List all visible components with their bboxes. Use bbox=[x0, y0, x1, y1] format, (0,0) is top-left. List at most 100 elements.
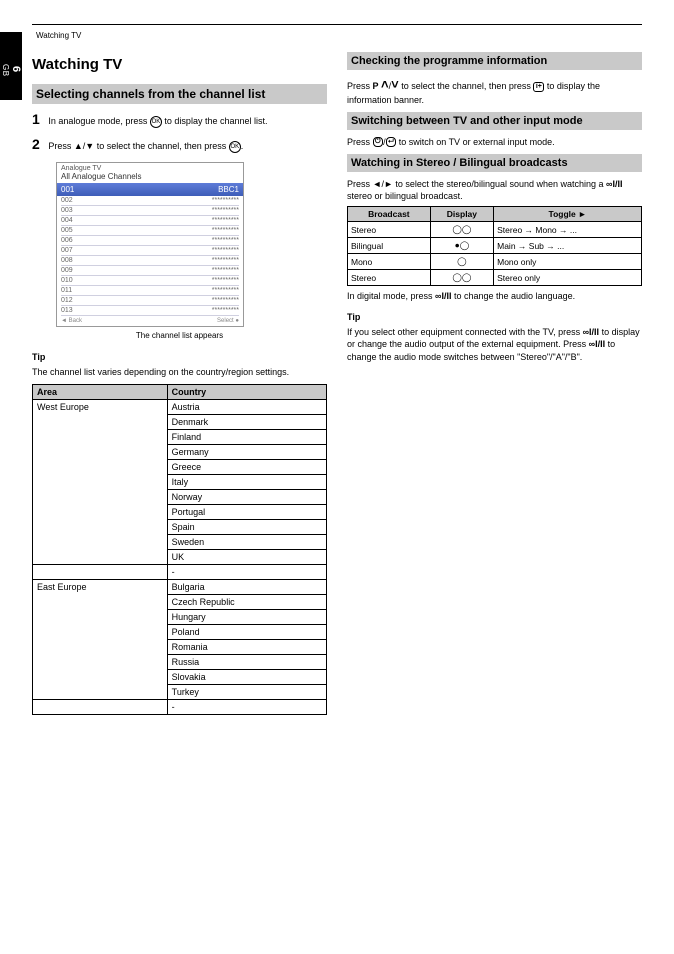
input-source-icon: ⮠ bbox=[386, 137, 397, 147]
ok-button-icon-2: OK bbox=[229, 141, 241, 153]
toggle-cell: Stereo only bbox=[494, 270, 642, 286]
menu-footer: ◄ Back Select ● bbox=[57, 316, 243, 326]
broadcast-cell: Bilingual bbox=[348, 238, 431, 254]
step-1-text-b: to display the channel list. bbox=[164, 116, 267, 126]
chevron-up-icon: ˄ bbox=[381, 77, 389, 92]
menu-row: 005********** bbox=[61, 226, 239, 236]
country-cell: Austria bbox=[167, 399, 326, 414]
menu-row: 010********** bbox=[61, 276, 239, 286]
country-cell: Denmark bbox=[167, 414, 326, 429]
country-cell: Sweden bbox=[167, 534, 326, 549]
channel-list-screenshot: Analogue TV All Analogue Channels 001 BB… bbox=[56, 162, 244, 327]
right-column: Checking the programme information Press… bbox=[347, 46, 642, 715]
country-cell: Germany bbox=[167, 444, 326, 459]
power-icon: ⏻ bbox=[373, 137, 384, 147]
menu-selected-row: 001 BBC1 bbox=[57, 183, 243, 196]
step-2-tail: . bbox=[241, 141, 244, 151]
top-rule bbox=[32, 24, 642, 25]
step-number-2: 2 bbox=[32, 136, 40, 152]
broadcast-cell: Stereo bbox=[348, 222, 431, 238]
menu-subtitle: All Analogue Channels bbox=[57, 172, 243, 183]
country-cell: Slovakia bbox=[167, 669, 326, 684]
menu-row: 012********** bbox=[61, 296, 239, 306]
subhead-stereo: Watching in Stereo / Bilingual broadcast… bbox=[347, 154, 642, 172]
left-icon: ◄ bbox=[373, 179, 382, 189]
page-side-label: GB bbox=[1, 41, 10, 100]
table-row: Stereo◯◯Stereo → Mono → ... bbox=[348, 222, 642, 238]
tip-label: Tip bbox=[32, 352, 327, 362]
display-cell: ●◯ bbox=[430, 238, 493, 254]
menu-row: 008********** bbox=[61, 256, 239, 266]
menu-row: 003********** bbox=[61, 206, 239, 216]
left-column: Watching TV Selecting channels from the … bbox=[32, 46, 327, 715]
table-row: West EuropeAustria bbox=[33, 399, 327, 414]
stereo-intro: Press ◄/► to select the stereo/bilingual… bbox=[347, 178, 642, 202]
page-header: Watching TV bbox=[36, 31, 642, 40]
display-cell: ◯ bbox=[430, 254, 493, 270]
menu-rows: 002**********003**********004**********0… bbox=[57, 196, 243, 316]
table-row: Stereo◯◯Stereo only bbox=[348, 270, 642, 286]
stereo-hdr-display: Display bbox=[430, 207, 493, 222]
country-cell: Czech Republic bbox=[167, 594, 326, 609]
country-cell: Greece bbox=[167, 459, 326, 474]
country-table: Area Country West EuropeAustriaDenmarkFi… bbox=[32, 384, 327, 715]
menu-row: 009********** bbox=[61, 266, 239, 276]
table-row: - bbox=[33, 699, 327, 714]
subhead-switch-input: Switching between TV and other input mod… bbox=[347, 112, 642, 130]
menu-row: 013********** bbox=[61, 306, 239, 316]
area-cell: West Europe bbox=[33, 399, 168, 564]
broadcast-cell: Mono bbox=[348, 254, 431, 270]
menu-title: Analogue TV bbox=[57, 163, 243, 172]
country-cell: - bbox=[167, 564, 326, 579]
menu-caption: The channel list appears bbox=[32, 331, 327, 342]
menu-row: 007********** bbox=[61, 246, 239, 256]
menu-row: 004********** bbox=[61, 216, 239, 226]
toggle-cell: Main → Sub → ... bbox=[494, 238, 642, 254]
menu-foot-right: Select bbox=[217, 318, 234, 324]
tip-label-right: Tip bbox=[347, 312, 642, 322]
country-table-hdr-country: Country bbox=[167, 384, 326, 399]
table-row: - bbox=[33, 564, 327, 579]
stereo-hdr-broadcast: Broadcast bbox=[348, 207, 431, 222]
tip-right-text: If you select other equipment connected … bbox=[347, 326, 642, 362]
digital-mode-text: In digital mode, press ∞I/II to change t… bbox=[347, 290, 642, 302]
country-cell: Norway bbox=[167, 489, 326, 504]
audio-I-II-icon-2: ∞I/II bbox=[435, 291, 451, 301]
info-plus-icon: i+ bbox=[533, 82, 544, 92]
country-cell: Italy bbox=[167, 474, 326, 489]
broadcast-cell: Stereo bbox=[348, 270, 431, 286]
audio-I-II-icon-4: ∞I/II bbox=[589, 339, 605, 349]
step-number: 1 bbox=[32, 111, 40, 127]
menu-foot-left: Back bbox=[69, 318, 82, 324]
stereo-hdr-toggle: Toggle ► bbox=[494, 207, 642, 222]
country-table-hdr-area: Area bbox=[33, 384, 168, 399]
country-cell: Spain bbox=[167, 519, 326, 534]
display-cell: ◯◯ bbox=[430, 270, 493, 286]
subhead-channel-list: Selecting channels from the channel list bbox=[32, 84, 327, 104]
table-row: Bilingual●◯Main → Sub → ... bbox=[348, 238, 642, 254]
country-cell: - bbox=[167, 699, 326, 714]
audio-I-II-icon-3: ∞I/II bbox=[583, 327, 599, 337]
play-icon: ► bbox=[578, 209, 586, 219]
page-number: 6 bbox=[10, 38, 22, 100]
menu-row: 011********** bbox=[61, 286, 239, 296]
step-1-text-a: In analogue mode, press bbox=[48, 116, 147, 126]
step-2-text-b: to select the channel, then press bbox=[97, 141, 229, 151]
country-cell: Russia bbox=[167, 654, 326, 669]
right-icon: ► bbox=[384, 179, 393, 189]
step-2: 2 Press ▲/▼ to select the channel, then … bbox=[32, 135, 327, 154]
menu-sel-num: 001 bbox=[61, 185, 74, 194]
table-row: Mono◯Mono only bbox=[348, 254, 642, 270]
switch-input-text: Press ⏻/⮠ to switch on TV or external in… bbox=[347, 136, 642, 148]
area-cell bbox=[33, 699, 168, 714]
menu-row: 006********** bbox=[61, 236, 239, 246]
display-cell: ◯◯ bbox=[430, 222, 493, 238]
country-cell: Turkey bbox=[167, 684, 326, 699]
country-cell: Bulgaria bbox=[167, 579, 326, 594]
country-cell: Hungary bbox=[167, 609, 326, 624]
area-cell: East Europe bbox=[33, 579, 168, 699]
step-2-text-a: Press bbox=[48, 141, 74, 151]
down-icon: ▼ bbox=[85, 141, 94, 151]
back-icon: ◄ bbox=[61, 318, 67, 324]
prog-info-text: Press P ˄/˅ to select the channel, then … bbox=[347, 76, 642, 106]
